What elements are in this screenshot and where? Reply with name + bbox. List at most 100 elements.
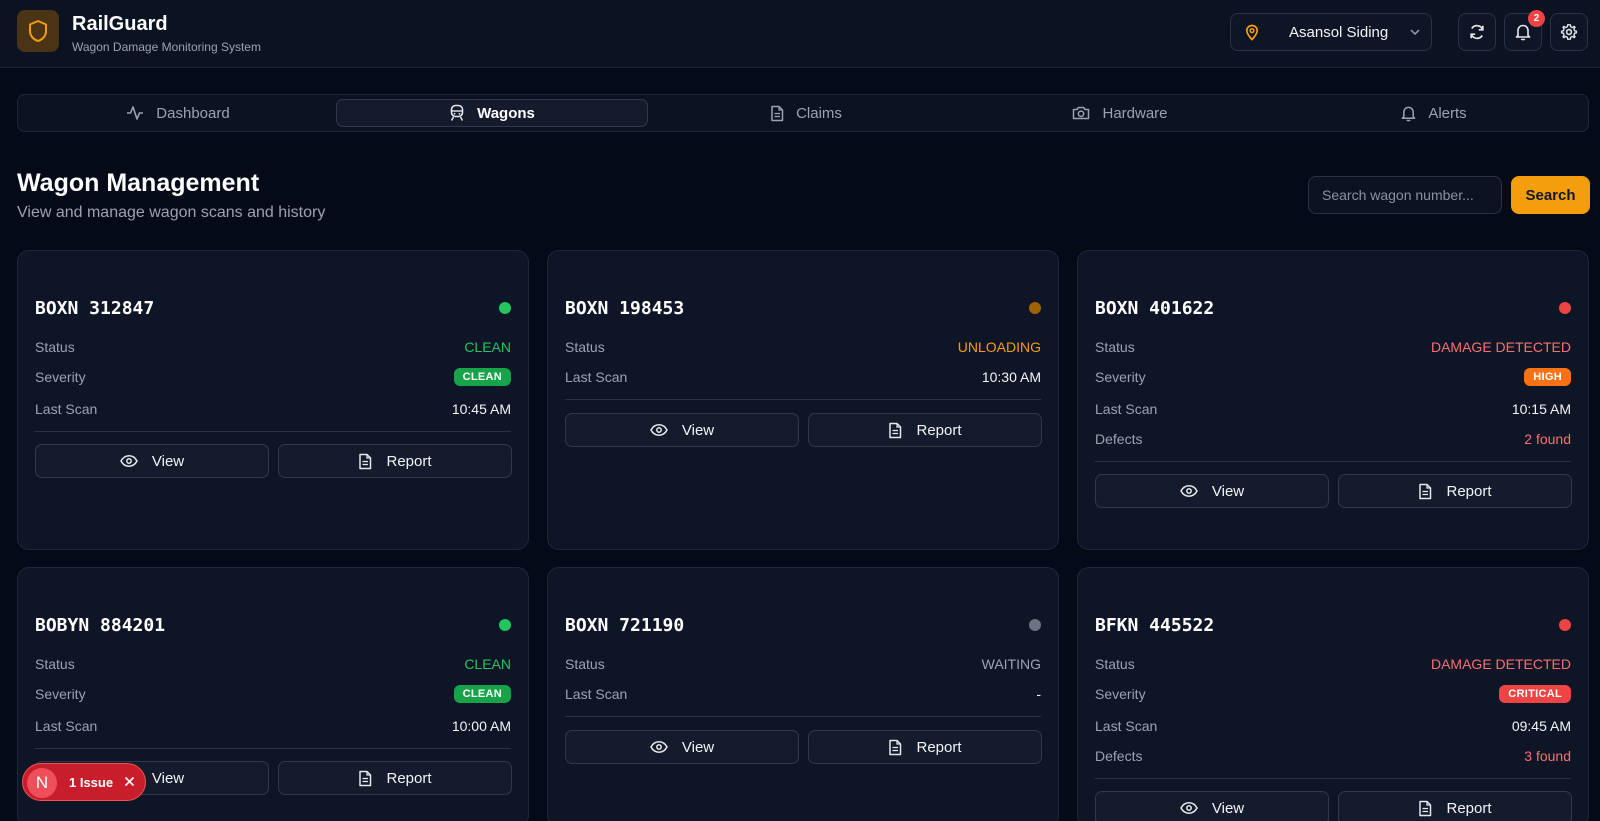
wagon-number: BOXN 198453 xyxy=(565,298,685,319)
refresh-icon xyxy=(1468,23,1486,41)
report-button[interactable]: Report xyxy=(808,413,1042,447)
main-nav-tabs: Dashboard Wagons Claims Hardware Alerts xyxy=(17,94,1589,132)
wagon-number: BOXN 721190 xyxy=(565,615,685,636)
tab-label: Hardware xyxy=(1102,104,1168,122)
notifications-button[interactable]: 2 xyxy=(1504,10,1545,51)
report-label: Report xyxy=(1446,482,1492,500)
status-value: DAMAGE DETECTED xyxy=(1430,656,1571,672)
document-icon xyxy=(888,422,902,439)
view-button[interactable]: View xyxy=(35,444,269,478)
train-icon xyxy=(449,104,465,122)
view-button[interactable]: View xyxy=(565,730,799,764)
status-label: Status xyxy=(35,656,75,672)
wagon-number: BFKN 445522 xyxy=(1095,615,1215,636)
view-button[interactable]: View xyxy=(1095,791,1329,821)
report-button[interactable]: Report xyxy=(1338,791,1572,821)
last-scan-label: Last Scan xyxy=(565,686,628,702)
settings-button[interactable] xyxy=(1550,13,1588,51)
view-button[interactable]: View xyxy=(565,413,799,447)
wagon-card: BOXN 721190 Status WAITING Last Scan - V… xyxy=(547,567,1059,821)
tab-label: Alerts xyxy=(1428,104,1467,122)
document-icon xyxy=(358,453,372,470)
refresh-button[interactable] xyxy=(1458,13,1496,51)
top-bar: RailGuard Wagon Damage Monitoring System… xyxy=(0,0,1600,68)
severity-label: Severity xyxy=(1095,369,1146,385)
severity-badge: CLEAN xyxy=(453,368,511,386)
status-label: Status xyxy=(1095,339,1135,355)
status-row: Status DAMAGE DETECTED xyxy=(1095,654,1571,674)
view-label: View xyxy=(681,421,715,439)
report-button[interactable]: Report xyxy=(808,730,1042,764)
tab-label: Wagons xyxy=(477,104,535,122)
last-scan-row: Last Scan 09:45 AM xyxy=(1095,716,1571,736)
defects-label: Defects xyxy=(1095,748,1143,764)
report-label: Report xyxy=(1446,799,1492,817)
wagon-search-input[interactable] xyxy=(1308,176,1502,214)
tab-label: Dashboard xyxy=(156,104,230,122)
status-row: Status CLEAN xyxy=(35,654,511,674)
tab-wagons[interactable]: Wagons xyxy=(336,99,648,127)
close-icon[interactable] xyxy=(124,776,135,787)
last-scan-row: Last Scan 10:00 AM xyxy=(35,716,511,736)
search-button[interactable]: Search xyxy=(1511,176,1590,214)
last-scan-row: Last Scan 10:45 AM xyxy=(35,399,511,419)
tab-dashboard[interactable]: Dashboard xyxy=(22,99,334,127)
last-scan-value: 10:45 AM xyxy=(451,401,511,417)
bell-icon xyxy=(1515,23,1531,41)
status-dot xyxy=(1029,619,1041,631)
wagon-number: BOXN 401622 xyxy=(1095,298,1215,319)
view-label: View xyxy=(151,769,185,787)
last-scan-row: Last Scan - xyxy=(565,684,1041,704)
severity-row: Severity CRITICAL xyxy=(1095,684,1571,704)
tab-claims[interactable]: Claims xyxy=(650,99,962,127)
divider xyxy=(565,716,1041,717)
location-select[interactable]: Asansol Siding xyxy=(1230,13,1432,51)
view-label: View xyxy=(681,738,715,756)
notification-count-badge: 2 xyxy=(1528,10,1545,27)
last-scan-row: Last Scan 10:30 AM xyxy=(565,367,1041,387)
view-button[interactable]: View xyxy=(1095,474,1329,508)
report-button[interactable]: Report xyxy=(278,761,512,795)
last-scan-row: Last Scan 10:15 AM xyxy=(1095,399,1571,419)
bell-icon xyxy=(1401,105,1416,122)
gear-icon xyxy=(1560,23,1578,41)
last-scan-value: 10:15 AM xyxy=(1511,401,1571,417)
last-scan-value: 09:45 AM xyxy=(1511,718,1571,734)
view-label: View xyxy=(1211,799,1245,817)
last-scan-label: Last Scan xyxy=(35,718,98,734)
wagon-number: BOBYN 884201 xyxy=(35,615,166,636)
severity-badge: HIGH xyxy=(1524,368,1571,386)
tab-alerts[interactable]: Alerts xyxy=(1278,99,1590,127)
status-dot xyxy=(1029,302,1041,314)
status-dot xyxy=(1559,619,1571,631)
status-label: Status xyxy=(565,339,605,355)
report-label: Report xyxy=(386,452,432,470)
tab-hardware[interactable]: Hardware xyxy=(964,99,1276,127)
report-label: Report xyxy=(916,421,962,439)
last-scan-label: Last Scan xyxy=(1095,718,1158,734)
tab-label: Claims xyxy=(796,104,842,122)
defects-row: Defects 3 found xyxy=(1095,746,1571,766)
status-value: DAMAGE DETECTED xyxy=(1430,339,1571,355)
status-value: CLEAN xyxy=(464,656,511,672)
page-subtitle: View and manage wagon scans and history xyxy=(17,204,326,221)
document-icon xyxy=(888,739,902,756)
view-label: View xyxy=(151,452,185,470)
report-button[interactable]: Report xyxy=(1338,474,1572,508)
issue-toast[interactable]: N 1 Issue xyxy=(22,763,146,801)
issue-label: 1 Issue xyxy=(69,775,114,790)
status-dot xyxy=(499,302,511,314)
app-subtitle: Wagon Damage Monitoring System xyxy=(72,40,261,54)
status-row: Status WAITING xyxy=(565,654,1041,674)
last-scan-value: - xyxy=(1036,686,1041,702)
document-icon xyxy=(1418,800,1432,817)
divider xyxy=(35,431,511,432)
divider xyxy=(1095,778,1571,779)
defects-label: Defects xyxy=(1095,431,1143,447)
document-icon xyxy=(1418,483,1432,500)
severity-badge: CRITICAL xyxy=(1499,685,1571,703)
report-button[interactable]: Report xyxy=(278,444,512,478)
severity-badge: CLEAN xyxy=(453,685,511,703)
wagon-card: BOXN 401622 Status DAMAGE DETECTED Sever… xyxy=(1077,250,1589,550)
eye-icon xyxy=(1180,802,1198,814)
